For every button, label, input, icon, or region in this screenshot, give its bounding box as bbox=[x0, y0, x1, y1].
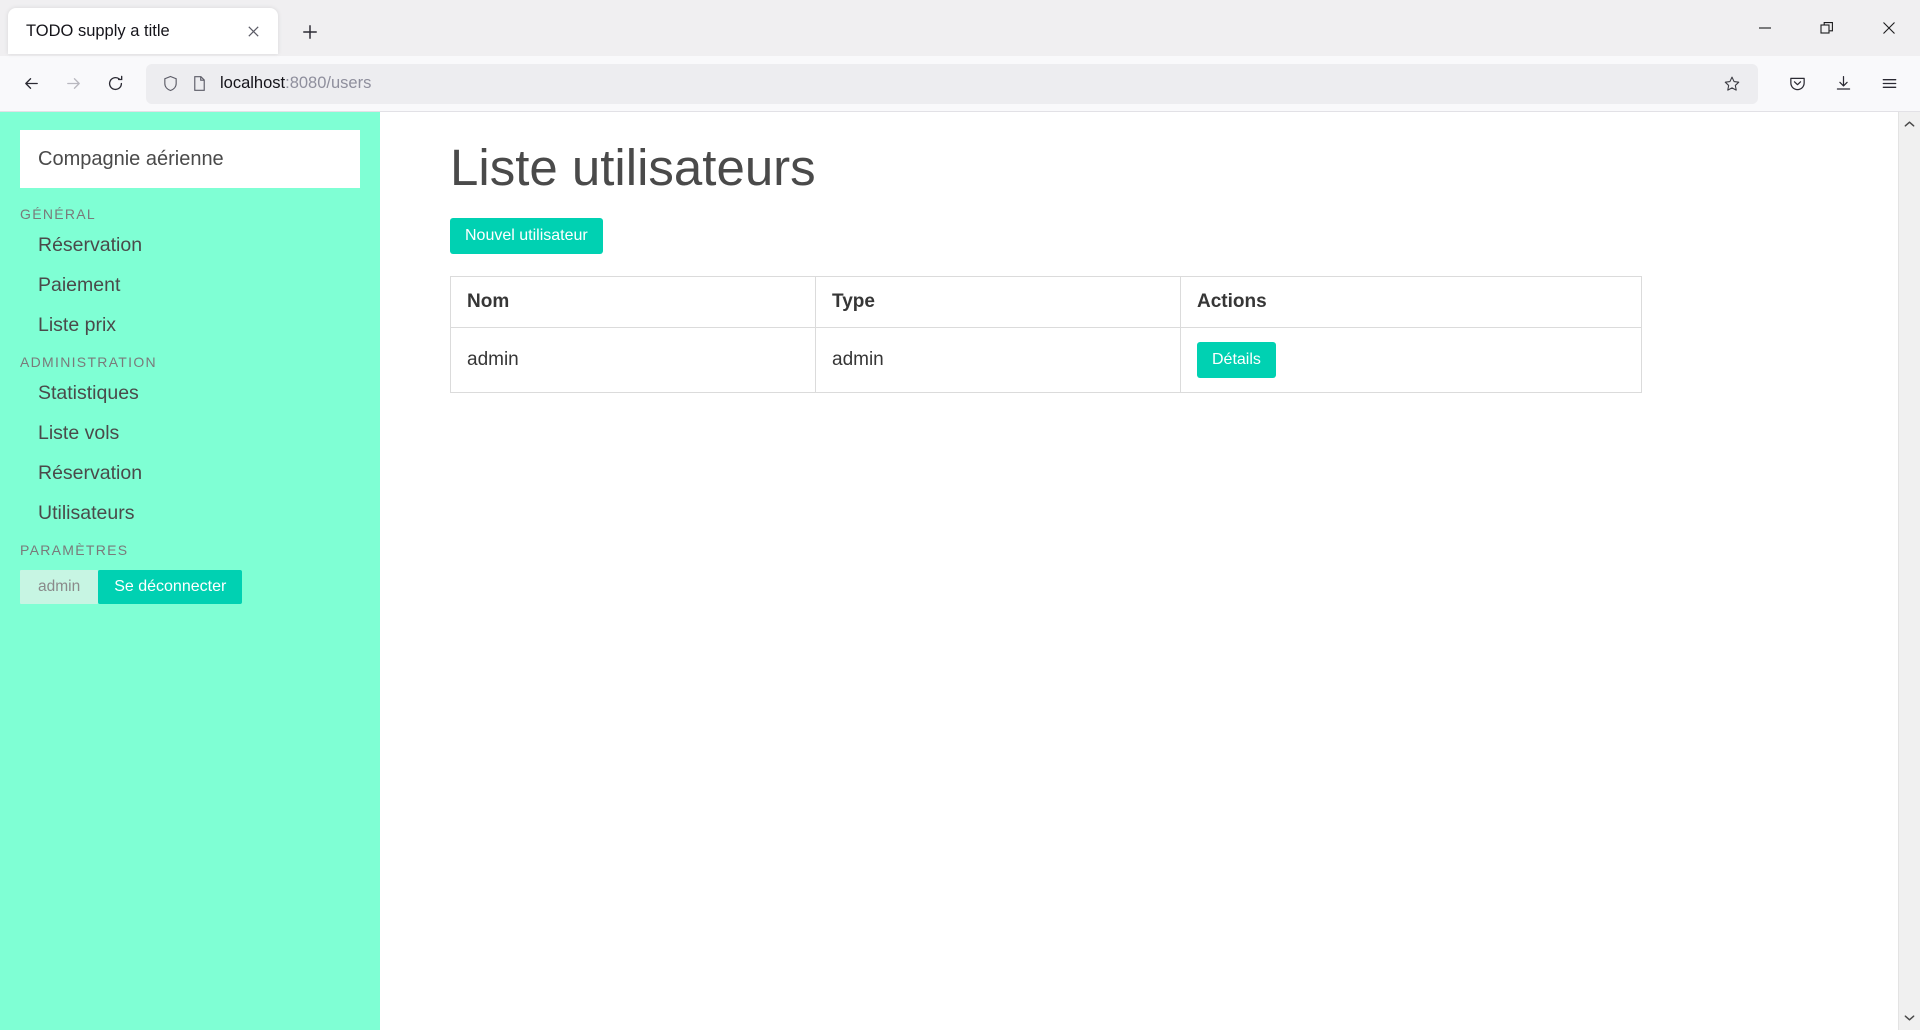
page-viewport: Compagnie aérienne GÉNÉRAL Réservation P… bbox=[0, 112, 1920, 1030]
sidebar-item-liste-prix[interactable]: Liste prix bbox=[38, 306, 360, 346]
brand-title: Compagnie aérienne bbox=[38, 147, 224, 170]
chevron-down-icon[interactable] bbox=[1904, 1010, 1915, 1026]
sidebar-footer: admin Se déconnecter bbox=[20, 570, 360, 604]
list-item: Réservation bbox=[38, 226, 360, 266]
new-user-button[interactable]: Nouvel utilisateur bbox=[450, 218, 603, 255]
window-controls bbox=[1734, 0, 1920, 56]
current-user-tag: admin bbox=[20, 570, 99, 604]
vertical-scrollbar[interactable] bbox=[1898, 112, 1920, 1030]
table-body: admin admin Détails bbox=[450, 327, 1642, 394]
cell-actions: Détails bbox=[1180, 327, 1642, 394]
menu-label-parametres: PARAMÈTRES bbox=[20, 542, 129, 558]
table-head: Nom Type Actions bbox=[450, 276, 1642, 329]
download-icon[interactable] bbox=[1822, 63, 1864, 105]
url-text: localhost:8080/users bbox=[220, 74, 1714, 93]
logout-button[interactable]: Se déconnecter bbox=[98, 570, 243, 604]
brand-box[interactable]: Compagnie aérienne bbox=[20, 130, 360, 188]
reload-icon[interactable] bbox=[94, 63, 136, 105]
forward-arrow-icon[interactable] bbox=[52, 63, 94, 105]
list-item: Paiement bbox=[38, 266, 360, 306]
shield-icon bbox=[162, 75, 179, 92]
sidebar: Compagnie aérienne GÉNÉRAL Réservation P… bbox=[0, 112, 380, 1030]
sidebar-item-statistiques[interactable]: Statistiques bbox=[38, 374, 360, 414]
toolbar-right-buttons bbox=[1776, 63, 1910, 105]
users-table: Nom Type Actions admin admin Détails bbox=[450, 276, 1642, 394]
browser-tab[interactable]: TODO supply a title bbox=[8, 8, 278, 54]
cell-type: admin bbox=[815, 327, 1181, 394]
pocket-icon[interactable] bbox=[1776, 63, 1818, 105]
browser-window: TODO supply a title localhost:8080/users… bbox=[0, 0, 1920, 1030]
minimize-icon[interactable] bbox=[1734, 0, 1796, 56]
sidebar-item-liste-vols[interactable]: Liste vols bbox=[38, 414, 360, 454]
column-header-type: Type bbox=[815, 276, 1181, 329]
details-button[interactable]: Détails bbox=[1197, 342, 1276, 379]
list-item: Liste prix bbox=[38, 306, 360, 346]
page-icon bbox=[191, 75, 208, 92]
table-header-row: Nom Type Actions bbox=[450, 276, 1642, 329]
url-bar[interactable]: localhost:8080/users bbox=[146, 63, 1758, 104]
navigation-toolbar: localhost:8080/users bbox=[0, 56, 1920, 112]
column-header-actions: Actions bbox=[1180, 276, 1642, 329]
chevron-up-icon[interactable] bbox=[1904, 116, 1915, 132]
menu-list-general: Réservation Paiement Liste prix bbox=[20, 226, 360, 346]
sidebar-item-utilisateurs[interactable]: Utilisateurs bbox=[38, 494, 360, 534]
close-icon[interactable] bbox=[238, 16, 268, 46]
back-arrow-icon[interactable] bbox=[10, 63, 52, 105]
url-host: localhost bbox=[220, 74, 286, 92]
tab-title: TODO supply a title bbox=[26, 21, 170, 40]
star-icon[interactable] bbox=[1714, 66, 1750, 102]
menu-list-administration: Statistiques Liste vols Réservation Util… bbox=[20, 374, 360, 534]
sidebar-item-reservation-admin[interactable]: Réservation bbox=[38, 454, 360, 494]
tab-strip: TODO supply a title bbox=[0, 0, 1920, 56]
page-title: Liste utilisateurs bbox=[450, 139, 816, 196]
url-path: :8080/users bbox=[285, 74, 372, 92]
menu-label-general: GÉNÉRAL bbox=[20, 206, 97, 222]
list-item: Liste vols bbox=[38, 414, 360, 454]
main-content: Liste utilisateurs Nouvel utilisateur No… bbox=[380, 112, 1898, 1030]
hamburger-menu-icon[interactable] bbox=[1868, 63, 1910, 105]
list-item: Réservation bbox=[38, 454, 360, 494]
sidebar-item-paiement[interactable]: Paiement bbox=[38, 266, 360, 306]
menu-label-administration: ADMINISTRATION bbox=[20, 354, 157, 370]
table-row: admin admin Détails bbox=[450, 327, 1642, 394]
sidebar-item-reservation[interactable]: Réservation bbox=[38, 226, 360, 266]
plus-icon[interactable] bbox=[290, 12, 330, 52]
web-page: Compagnie aérienne GÉNÉRAL Réservation P… bbox=[0, 112, 1898, 1030]
restore-icon[interactable] bbox=[1796, 0, 1858, 56]
column-header-nom: Nom bbox=[450, 276, 816, 329]
cell-nom: admin bbox=[450, 327, 816, 394]
list-item: Utilisateurs bbox=[38, 494, 360, 534]
list-item: Statistiques bbox=[38, 374, 360, 414]
close-window-icon[interactable] bbox=[1858, 0, 1920, 56]
